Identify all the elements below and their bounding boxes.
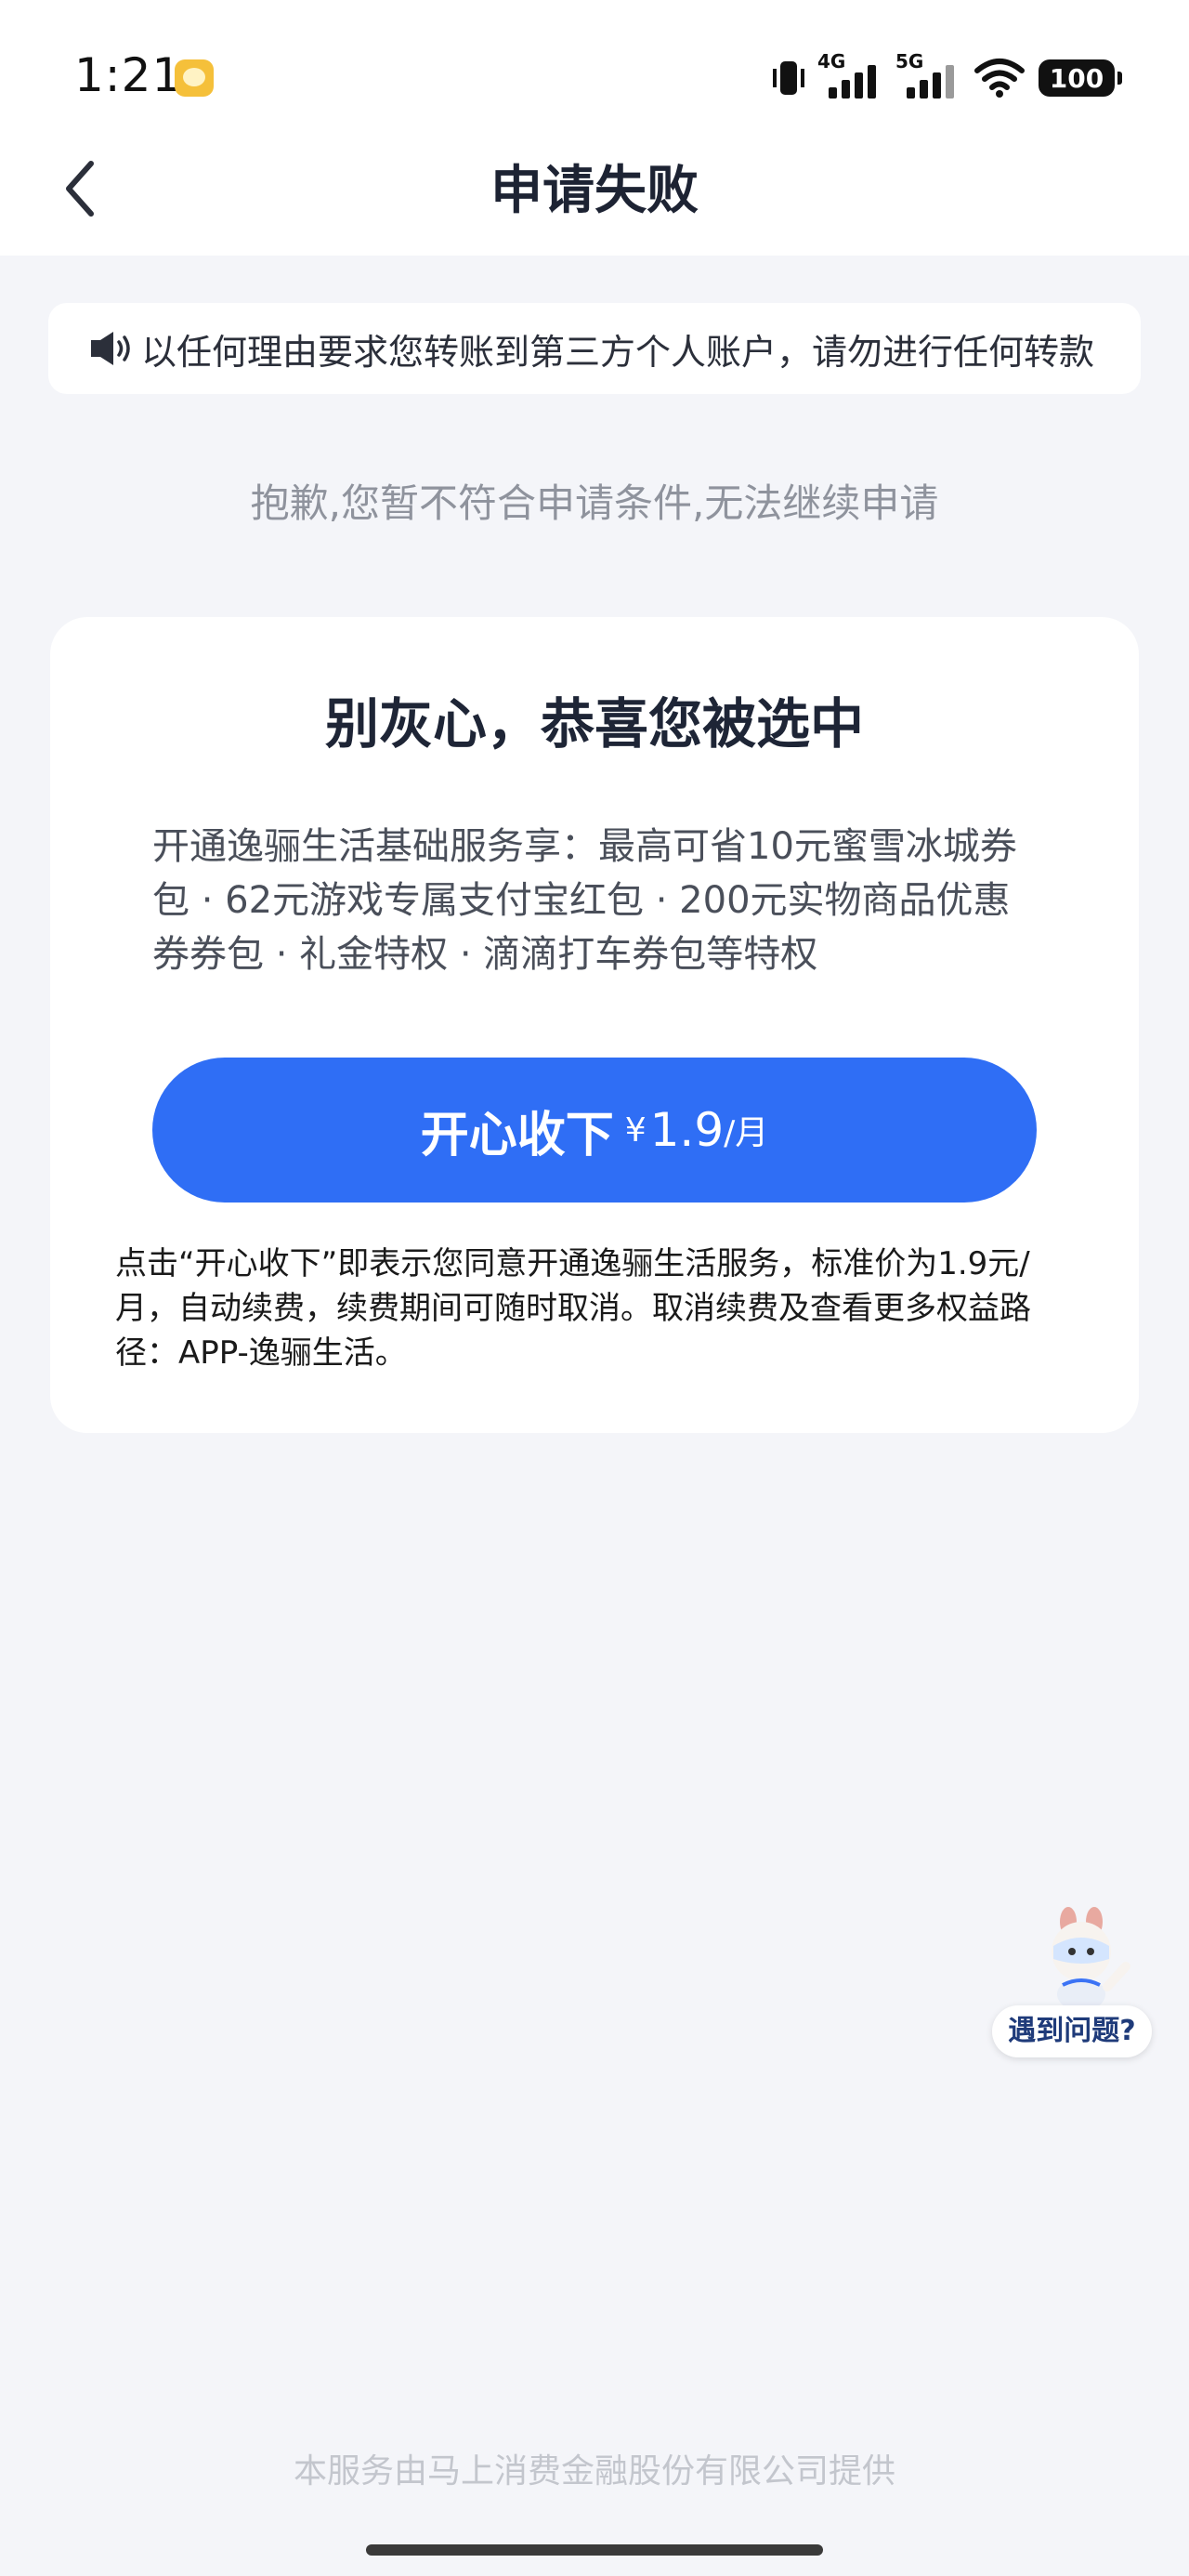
signal-icon — [907, 65, 954, 99]
fail-message: 抱歉,您暂不符合申请条件,无法继续申请 — [250, 480, 939, 526]
notice-banner: 以任何理由要求您转账到第三方个人账户，请勿进行任何转款 — [48, 303, 1141, 394]
status-indicators: 4G 5G 100 — [773, 50, 1122, 102]
mascot-icon — [1052, 1907, 1130, 2011]
price-value: 1.9 — [649, 1103, 725, 1157]
accept-button[interactable]: 开心收下 ¥ 1.9 /月 — [152, 1058, 1037, 1203]
network-5g: 5G — [895, 50, 960, 100]
signal-icon — [829, 65, 876, 99]
help-button[interactable]: 遇到问题? — [988, 1896, 1156, 2065]
price-unit: /月 — [724, 1114, 769, 1152]
accept-button-label: 开心收下 — [420, 1107, 614, 1163]
vibrate-icon — [773, 59, 804, 97]
terms-text: 点击“开心收下”即表示您同意开通逸骊生活服务，标准价为1.9元/月，自动续费，续… — [115, 1245, 1031, 1372]
home-indicator[interactable] — [366, 2544, 823, 2556]
status-time: 1:21 — [74, 48, 183, 102]
wifi-icon — [974, 59, 1025, 98]
offer-title: 别灰心，恭喜您被选中 — [324, 692, 864, 756]
offer-description: 开通逸骊生活基础服务享：最高可省10元蜜雪冰城券包 · 62元游戏专属支付宝红包… — [152, 825, 1017, 976]
footer-text: 本服务由马上消费金融股份有限公司提供 — [293, 2452, 895, 2491]
page-title: 申请失败 — [490, 161, 699, 221]
price-symbol: ¥ — [624, 1111, 647, 1150]
offer-card: 别灰心，恭喜您被选中 开通逸骊生活基础服务享：最高可省10元蜜雪冰城券包 · 6… — [50, 617, 1139, 1433]
battery-indicator: 100 — [1039, 59, 1122, 97]
speaker-icon — [91, 332, 130, 365]
network-4g: 4G — [817, 50, 882, 100]
help-label: 遇到问题? — [992, 2005, 1152, 2057]
message-icon — [175, 59, 214, 97]
notice-text: 以任何理由要求您转账到第三方个人账户，请勿进行任何转款 — [141, 332, 1095, 373]
